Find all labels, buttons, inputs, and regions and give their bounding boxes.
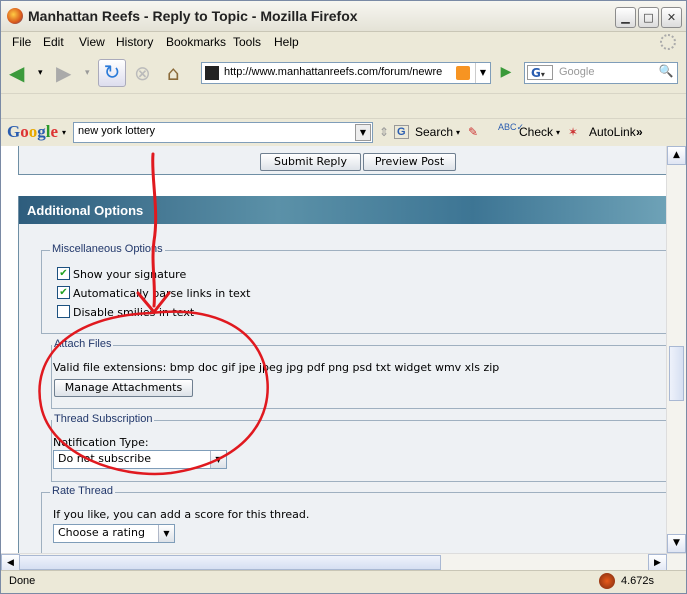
disable-smilies-checkbox[interactable] — [57, 305, 70, 318]
google-toolbar-logo[interactable]: Google — [7, 122, 58, 142]
site-favicon-icon — [205, 66, 219, 80]
rating-select[interactable]: Choose a rating ▼ — [53, 524, 175, 543]
check-dropdown-icon[interactable]: ▾ — [556, 128, 560, 137]
google-search-button[interactable]: Search — [415, 125, 453, 139]
back-arrow-icon[interactable]: ◀ — [9, 61, 24, 85]
home-icon[interactable]: ⌂ — [167, 61, 180, 85]
google-g-icon: G — [394, 125, 409, 139]
attach-files-legend: Attach Files — [52, 338, 114, 350]
rate-thread-fieldset: Rate Thread If you like, you can add a s… — [41, 485, 666, 553]
maximize-button[interactable]: □ — [638, 7, 659, 28]
horizontal-scroll-thumb[interactable] — [19, 555, 441, 570]
search-magnifier-icon[interactable]: 🔍 — [657, 64, 675, 80]
attach-files-fieldset: Attach Files Valid file extensions: bmp … — [51, 338, 666, 409]
horizontal-scrollbar[interactable]: ◀ ▶ — [1, 553, 686, 573]
google-search-input[interactable]: new york lottery ▼ — [73, 122, 373, 143]
menu-bookmarks[interactable]: Bookmarks — [166, 35, 226, 49]
vertical-scrollbar[interactable]: ▲ ▼ — [666, 146, 686, 553]
menu-history[interactable]: History — [116, 35, 153, 49]
url-bar[interactable]: http://www.manhattanreefs.com/forum/newr… — [201, 62, 491, 84]
back-history-dropdown-icon[interactable]: ▾ — [38, 61, 43, 85]
misc-options-fieldset: Miscellaneous Options ✔ Show your signat… — [41, 243, 666, 334]
browser-window: Manhattan Reefs - Reply to Topic - Mozil… — [0, 0, 687, 594]
menu-tools[interactable]: Tools — [233, 35, 261, 49]
minimize-button[interactable]: ▁ — [615, 7, 636, 28]
menu-file[interactable]: File — [12, 35, 31, 49]
menu-bar: File Edit View History Bookmarks Tools H… — [1, 32, 686, 52]
preview-post-button[interactable]: Preview Post — [363, 153, 456, 171]
window-title: Manhattan Reefs - Reply to Topic - Mozil… — [28, 8, 358, 24]
menu-view[interactable]: View — [79, 35, 105, 49]
yslow-icon[interactable] — [599, 573, 615, 589]
search-bar[interactable]: G▾ Google 🔍 — [524, 62, 678, 84]
vertical-scroll-thumb[interactable] — [669, 346, 684, 401]
popup-blocker-icon[interactable]: ✎ — [468, 125, 478, 139]
autolink-icon[interactable]: ✶ — [568, 125, 578, 139]
rating-value: Choose a rating — [58, 526, 145, 539]
additional-options-panel: Miscellaneous Options ✔ Show your signat… — [18, 224, 666, 553]
thread-subscription-legend: Thread Subscription — [52, 413, 155, 425]
menu-help[interactable]: Help — [274, 35, 299, 49]
url-text: http://www.manhattanreefs.com/forum/newr… — [224, 66, 443, 78]
toolbar-separator-icon: ⇕ — [379, 125, 390, 139]
section-title: Additional Options — [27, 203, 144, 218]
notification-type-label: Notification Type: — [53, 436, 149, 449]
disable-smilies-label: Disable smilies in text — [73, 306, 195, 319]
valid-extensions-text: Valid file extensions: bmp doc gif jpe j… — [53, 361, 500, 374]
url-history-dropdown-icon[interactable]: ▼ — [475, 63, 490, 83]
firefox-logo-icon — [7, 8, 23, 24]
thread-subscription-fieldset: Thread Subscription Notification Type: D… — [51, 413, 666, 482]
submit-reply-button[interactable]: Submit Reply — [260, 153, 361, 171]
search-engine-label: G — [531, 66, 541, 80]
menu-edit[interactable]: Edit — [43, 35, 64, 49]
show-signature-label: Show your signature — [73, 268, 187, 281]
parse-links-label: Automatically parse links in text — [73, 287, 251, 300]
stop-icon[interactable]: ⊗ — [134, 61, 151, 85]
manage-attachments-button[interactable]: Manage Attachments — [54, 379, 193, 397]
search-engine-selector[interactable]: G▾ — [527, 65, 553, 80]
google-query-text: new york lottery — [78, 125, 156, 137]
close-button[interactable]: ✕ — [661, 7, 682, 28]
forward-history-dropdown-icon[interactable]: ▾ — [85, 61, 90, 85]
chevron-down-icon[interactable]: ▼ — [210, 451, 226, 468]
rate-thread-prompt: If you like, you can add a score for thi… — [53, 508, 310, 521]
spellcheck-button[interactable]: Check — [519, 125, 553, 139]
status-bar: Done 4.672s — [1, 570, 686, 593]
rate-thread-legend: Rate Thread — [50, 485, 115, 497]
scroll-down-icon[interactable]: ▼ — [667, 534, 686, 553]
page-load-time: 4.672s — [621, 575, 655, 587]
submit-row: Submit Reply Preview Post — [18, 146, 666, 175]
search-input[interactable]: Google — [559, 66, 594, 78]
toolbar-overflow-chevron-icon[interactable]: » — [636, 125, 643, 139]
notification-type-select[interactable]: Do not subscribe ▼ — [53, 450, 227, 469]
forward-arrow-icon[interactable]: ▶ — [56, 61, 71, 85]
scroll-up-icon[interactable]: ▲ — [667, 146, 686, 165]
notification-type-value: Do not subscribe — [58, 452, 152, 465]
search-dropdown-icon[interactable]: ▾ — [456, 128, 460, 137]
misc-options-legend: Miscellaneous Options — [50, 243, 165, 255]
go-arrow-icon[interactable]: ▶ — [495, 62, 517, 82]
google-query-dropdown-icon[interactable]: ▼ — [355, 124, 371, 141]
autolink-button[interactable]: AutoLink — [589, 125, 636, 139]
title-bar: Manhattan Reefs - Reply to Topic - Mozil… — [1, 1, 686, 32]
google-menu-dropdown-icon[interactable]: ▾ — [62, 128, 66, 137]
parse-links-checkbox[interactable]: ✔ — [57, 286, 70, 299]
rss-feed-icon[interactable] — [456, 66, 470, 80]
show-signature-checkbox[interactable]: ✔ — [57, 267, 70, 280]
page-content: Submit Reply Preview Post Additional Opt… — [1, 146, 666, 553]
status-text: Done — [9, 575, 36, 587]
chevron-down-icon[interactable]: ▼ — [158, 525, 174, 542]
bookmarks-toolbar — [1, 93, 686, 118]
reload-icon[interactable]: ↻ — [98, 59, 126, 87]
additional-options-header: Additional Options — [18, 196, 666, 224]
throbber-icon — [660, 34, 676, 50]
